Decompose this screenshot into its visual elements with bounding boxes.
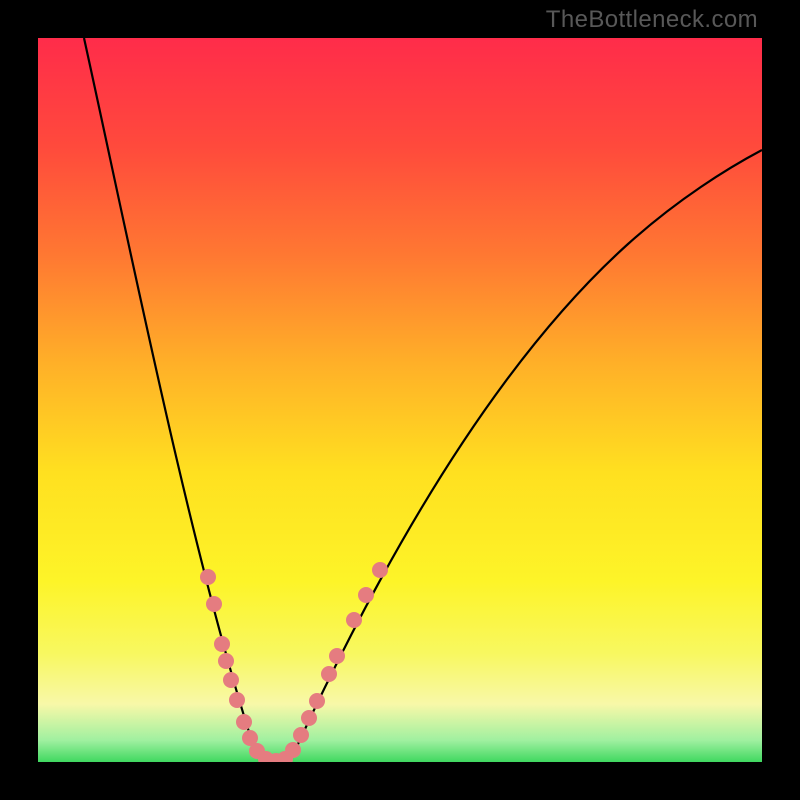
- data-dot: [223, 672, 239, 688]
- data-dot: [346, 612, 362, 628]
- data-dot: [200, 569, 216, 585]
- curve-plot: [38, 38, 762, 762]
- curve-curve-left: [84, 38, 276, 762]
- data-dot: [358, 587, 374, 603]
- watermark-text: TheBottleneck.com: [546, 6, 758, 34]
- data-dot: [329, 648, 345, 664]
- data-dot: [236, 714, 252, 730]
- data-dot: [218, 653, 234, 669]
- curve-curve-right: [276, 150, 762, 762]
- dot-markers: [200, 562, 388, 762]
- data-dot: [214, 636, 230, 652]
- data-dot: [285, 742, 301, 758]
- data-dot: [301, 710, 317, 726]
- data-dot: [293, 727, 309, 743]
- data-dot: [309, 693, 325, 709]
- data-dot: [229, 692, 245, 708]
- data-dot: [206, 596, 222, 612]
- curve-lines: [84, 38, 762, 762]
- data-dot: [372, 562, 388, 578]
- chart-container: TheBottleneck.com: [0, 0, 800, 800]
- data-dot: [321, 666, 337, 682]
